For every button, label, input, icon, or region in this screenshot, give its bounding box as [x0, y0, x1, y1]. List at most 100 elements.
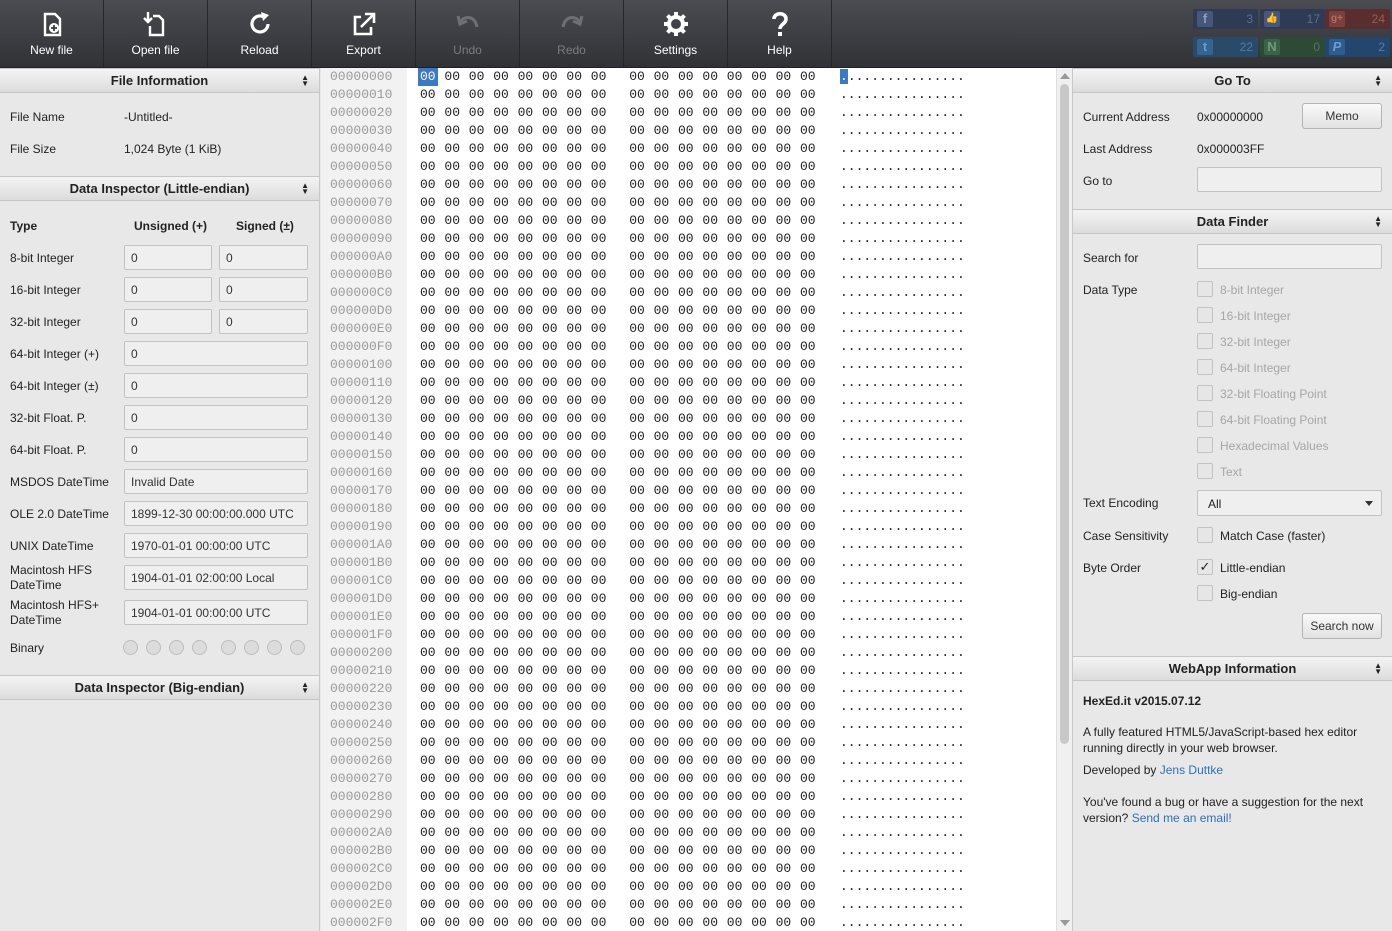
hex-byte[interactable]: 00	[540, 356, 560, 374]
hex-byte[interactable]: 00	[798, 698, 818, 716]
hfs-datetime-field[interactable]: 1904-01-01 02:00:00 Local	[124, 565, 308, 590]
hex-byte[interactable]: 00	[676, 86, 696, 104]
hex-byte[interactable]: 00	[589, 122, 609, 140]
hex-byte[interactable]: 00	[652, 410, 672, 428]
hex-byte[interactable]: 00	[676, 104, 696, 122]
hex-byte[interactable]: 00	[676, 806, 696, 824]
hex-byte[interactable]: 00	[442, 356, 462, 374]
hex-byte[interactable]: 00	[516, 842, 536, 860]
hex-byte[interactable]: 00	[676, 446, 696, 464]
hex-byte[interactable]: 00	[516, 716, 536, 734]
hex-byte[interactable]: 00	[700, 194, 720, 212]
hex-byte[interactable]: 00	[418, 446, 438, 464]
hex-byte[interactable]: 00	[442, 644, 462, 662]
hex-byte[interactable]: 00	[627, 176, 647, 194]
hex-byte[interactable]: 00	[774, 788, 794, 806]
hex-byte[interactable]: 00	[798, 482, 818, 500]
hex-byte[interactable]: 00	[491, 914, 511, 931]
hex-byte[interactable]: 00	[725, 68, 745, 86]
hex-byte[interactable]: 00	[700, 374, 720, 392]
hex-byte[interactable]: 00	[564, 320, 584, 338]
hex-byte[interactable]: 00	[774, 806, 794, 824]
hex-byte[interactable]: 00	[418, 644, 438, 662]
hex-byte[interactable]: 00	[700, 104, 720, 122]
hex-byte[interactable]: 00	[516, 914, 536, 931]
type-16bit-checkbox[interactable]	[1197, 307, 1213, 323]
hex-byte[interactable]: 00	[491, 482, 511, 500]
hex-byte[interactable]: 00	[540, 266, 560, 284]
hex-byte[interactable]: 00	[652, 374, 672, 392]
hex-byte[interactable]: 00	[627, 554, 647, 572]
hex-byte[interactable]: 00	[798, 86, 818, 104]
hex-byte[interactable]: 00	[627, 896, 647, 914]
hex-byte[interactable]: 00	[798, 320, 818, 338]
hex-byte[interactable]: 00	[749, 338, 769, 356]
hex-byte[interactable]: 00	[418, 716, 438, 734]
hex-byte[interactable]: 00	[749, 140, 769, 158]
hex-byte[interactable]: 00	[749, 68, 769, 86]
hex-byte[interactable]: 00	[700, 230, 720, 248]
int8-unsigned-field[interactable]: 0	[124, 245, 212, 270]
hex-byte[interactable]: 00	[749, 626, 769, 644]
hex-byte[interactable]: 00	[418, 230, 438, 248]
hex-byte[interactable]: 00	[676, 824, 696, 842]
hex-byte[interactable]: 00	[676, 230, 696, 248]
hex-byte[interactable]: 00	[589, 788, 609, 806]
hex-byte[interactable]: 00	[749, 716, 769, 734]
search-input[interactable]	[1197, 244, 1382, 269]
hex-byte[interactable]: 00	[467, 896, 487, 914]
hex-byte[interactable]: 00	[589, 536, 609, 554]
hex-byte[interactable]: 00	[540, 644, 560, 662]
hex-byte[interactable]: 00	[442, 230, 462, 248]
hex-byte[interactable]: 00	[564, 716, 584, 734]
hex-byte[interactable]: 00	[700, 716, 720, 734]
int32-unsigned-field[interactable]: 0	[124, 309, 212, 334]
hex-byte[interactable]: 00	[774, 338, 794, 356]
hex-byte[interactable]: 00	[798, 860, 818, 878]
hex-byte[interactable]: 00	[774, 374, 794, 392]
hex-byte[interactable]: 00	[467, 716, 487, 734]
facebook-share[interactable]: f 3	[1193, 9, 1258, 29]
hex-byte[interactable]: 00	[798, 464, 818, 482]
hex-byte[interactable]: 00	[725, 392, 745, 410]
hex-byte[interactable]: 00	[627, 410, 647, 428]
hex-byte[interactable]: 00	[749, 788, 769, 806]
hex-byte[interactable]: 00	[749, 194, 769, 212]
hex-byte[interactable]: 00	[442, 860, 462, 878]
hex-byte[interactable]: 00	[589, 140, 609, 158]
hex-byte[interactable]: 00	[540, 320, 560, 338]
hex-byte[interactable]: 00	[798, 518, 818, 536]
hex-byte[interactable]: 00	[540, 104, 560, 122]
hex-byte[interactable]: 00	[491, 410, 511, 428]
hex-byte[interactable]: 00	[725, 266, 745, 284]
hex-byte[interactable]: 00	[798, 662, 818, 680]
hex-byte[interactable]: 00	[540, 86, 560, 104]
hex-byte[interactable]: 00	[418, 392, 438, 410]
hex-byte[interactable]: 00	[442, 194, 462, 212]
hex-byte[interactable]: 00	[540, 536, 560, 554]
scroll-thumb[interactable]	[1060, 84, 1069, 744]
hex-byte[interactable]: 00	[589, 878, 609, 896]
hex-byte[interactable]: 00	[749, 770, 769, 788]
ascii-row[interactable]: ................	[840, 572, 965, 590]
hex-byte[interactable]: 00	[700, 248, 720, 266]
hex-byte[interactable]: 00	[516, 536, 536, 554]
ascii-row[interactable]: ................	[840, 680, 965, 698]
hex-byte[interactable]: 00	[652, 716, 672, 734]
hex-byte[interactable]: 00	[491, 338, 511, 356]
hex-byte[interactable]: 00	[516, 572, 536, 590]
match-case-checkbox[interactable]	[1197, 527, 1213, 543]
hex-byte[interactable]: 00	[467, 464, 487, 482]
hex-byte[interactable]: 00	[700, 284, 720, 302]
hex-byte[interactable]: 00	[676, 374, 696, 392]
hex-byte[interactable]: 00	[442, 662, 462, 680]
hex-byte[interactable]: 00	[564, 842, 584, 860]
hex-byte[interactable]: 00	[652, 788, 672, 806]
hex-byte[interactable]: 00	[467, 176, 487, 194]
hex-byte[interactable]: 00	[725, 770, 745, 788]
hex-byte[interactable]: 00	[467, 572, 487, 590]
hex-byte[interactable]: 00	[589, 716, 609, 734]
hex-byte[interactable]: 00	[418, 698, 438, 716]
hex-byte[interactable]: 00	[676, 680, 696, 698]
hex-byte[interactable]: 00	[725, 158, 745, 176]
